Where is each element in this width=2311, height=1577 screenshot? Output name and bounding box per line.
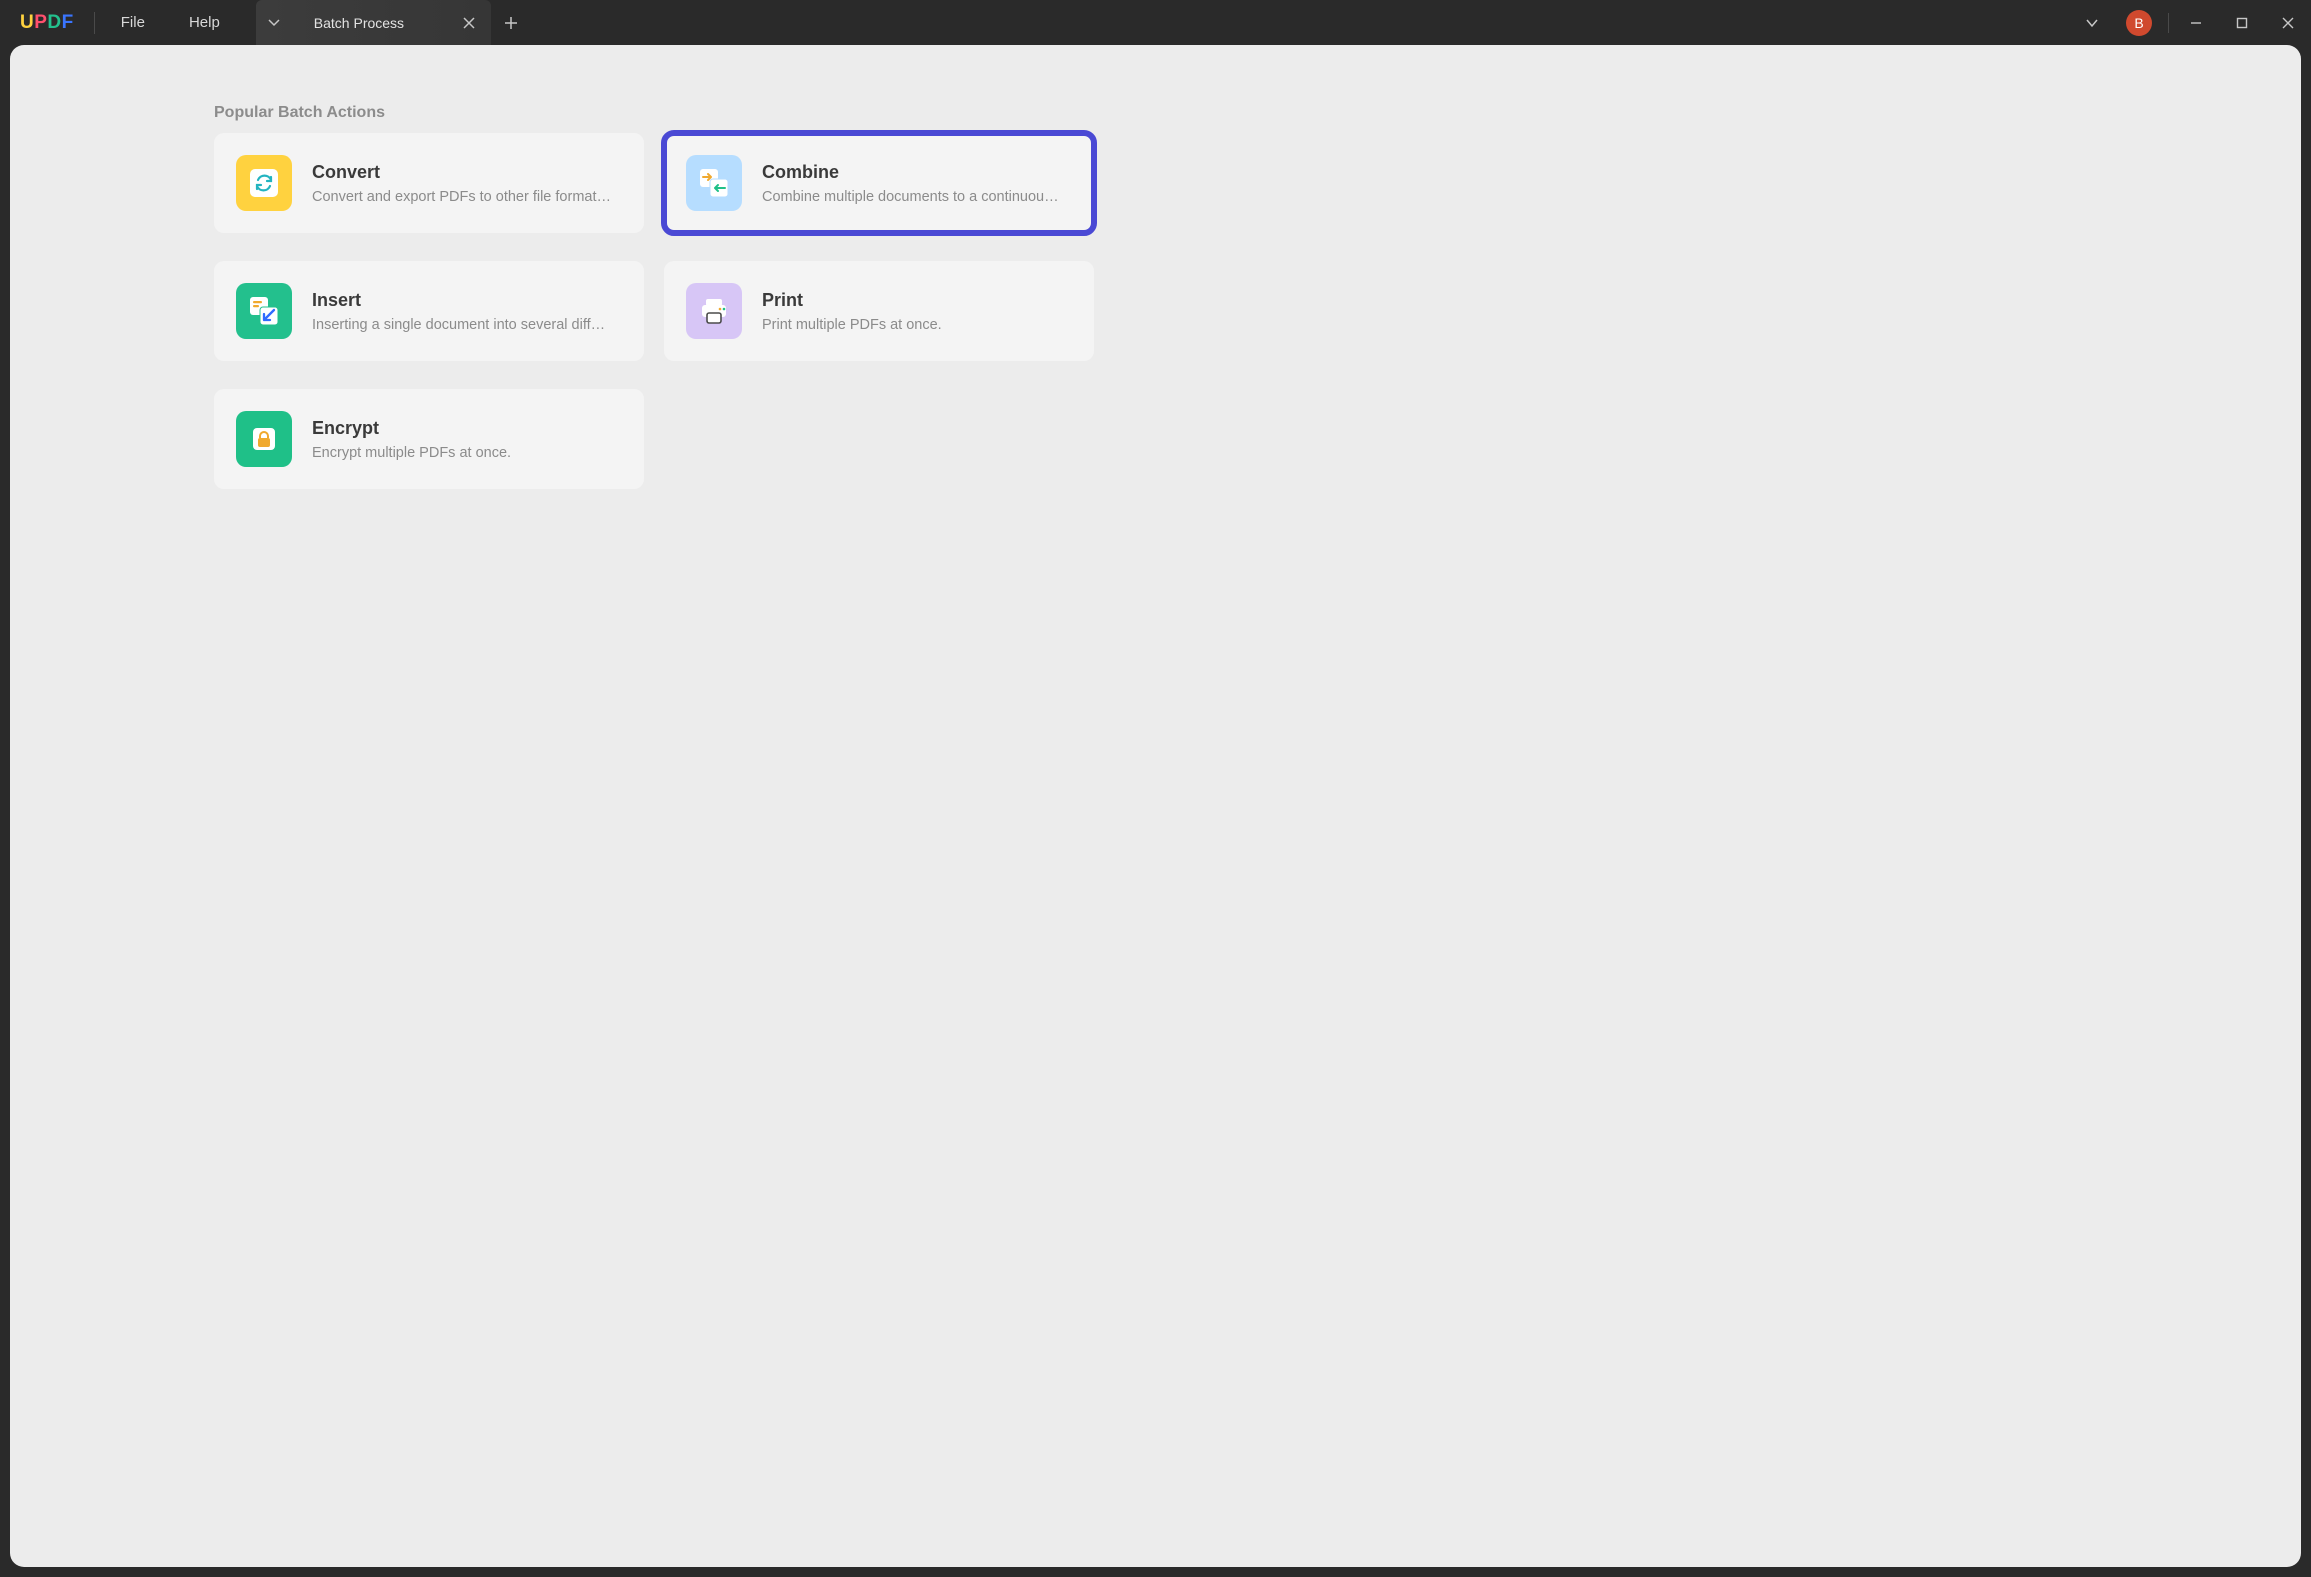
tab-close-icon[interactable] bbox=[463, 17, 475, 29]
card-encrypt-desc: Encrypt multiple PDFs at once. bbox=[312, 445, 511, 461]
window-minimize-button[interactable] bbox=[2173, 0, 2219, 45]
insert-icon bbox=[236, 283, 292, 339]
print-icon bbox=[686, 283, 742, 339]
window-close-button[interactable] bbox=[2265, 0, 2311, 45]
card-convert-desc: Convert and export PDFs to other file fo… bbox=[312, 189, 612, 205]
avatar-initial: B bbox=[2134, 15, 2143, 31]
logo-letter-d: D bbox=[47, 12, 61, 34]
card-insert[interactable]: Insert Inserting a single document into … bbox=[214, 261, 644, 361]
content-area: Popular Batch Actions Convert Convert an… bbox=[10, 45, 2301, 1567]
window-maximize-button[interactable] bbox=[2219, 0, 2265, 45]
convert-icon bbox=[236, 155, 292, 211]
card-combine-title: Combine bbox=[762, 162, 1062, 183]
logo-letter-u: U bbox=[20, 12, 34, 34]
logo-letter-f: F bbox=[62, 12, 74, 34]
card-insert-title: Insert bbox=[312, 290, 612, 311]
batch-actions-grid: Convert Convert and export PDFs to other… bbox=[214, 133, 1094, 489]
card-combine-desc: Combine multiple documents to a continuo… bbox=[762, 189, 1062, 205]
logo-letter-p: P bbox=[34, 12, 47, 34]
combine-icon bbox=[686, 155, 742, 211]
tab-label: Batch Process bbox=[314, 15, 435, 31]
titlebar-dropdown-button[interactable] bbox=[2070, 0, 2114, 45]
encrypt-icon bbox=[236, 411, 292, 467]
menu-help[interactable]: Help bbox=[167, 0, 242, 45]
titlebar-right-separator bbox=[2168, 13, 2169, 33]
card-combine[interactable]: Combine Combine multiple documents to a … bbox=[664, 133, 1094, 233]
titlebar-right: B bbox=[2070, 0, 2311, 45]
new-tab-button[interactable] bbox=[491, 0, 531, 45]
card-encrypt-title: Encrypt bbox=[312, 418, 511, 439]
menu-file[interactable]: File bbox=[99, 0, 167, 45]
titlebar: U P D F File Help Batch Process B bbox=[0, 0, 2311, 45]
card-insert-desc: Inserting a single document into several… bbox=[312, 317, 612, 333]
tab-strip: Batch Process bbox=[256, 0, 2070, 45]
card-convert-title: Convert bbox=[312, 162, 612, 183]
card-print-desc: Print multiple PDFs at once. bbox=[762, 317, 942, 333]
card-print[interactable]: Print Print multiple PDFs at once. bbox=[664, 261, 1094, 361]
tab-dropdown-icon[interactable] bbox=[268, 17, 280, 29]
titlebar-separator bbox=[94, 12, 95, 34]
user-avatar[interactable]: B bbox=[2126, 10, 2152, 36]
card-encrypt[interactable]: Encrypt Encrypt multiple PDFs at once. bbox=[214, 389, 644, 489]
tab-batch-process[interactable]: Batch Process bbox=[256, 0, 491, 45]
card-print-title: Print bbox=[762, 290, 942, 311]
section-title: Popular Batch Actions bbox=[214, 104, 385, 122]
app-logo: U P D F bbox=[0, 12, 90, 34]
card-convert[interactable]: Convert Convert and export PDFs to other… bbox=[214, 133, 644, 233]
